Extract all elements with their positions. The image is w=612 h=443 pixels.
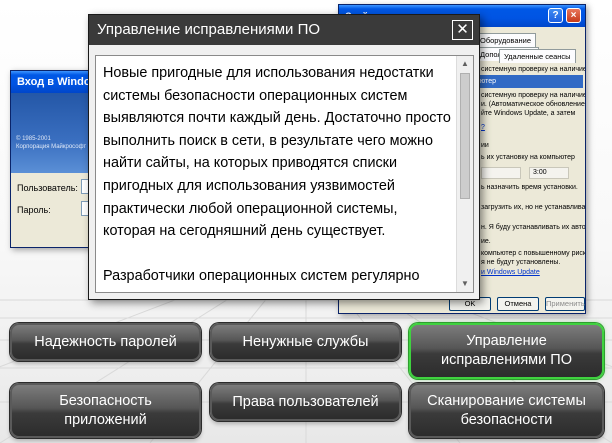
sys-text: системную проверку на наличие (481, 66, 586, 73)
tab-row-bottom: Удаленные сеансы (499, 49, 576, 63)
menu-button-patch-management[interactable]: Управление исправлениями ПО (409, 323, 604, 379)
sys-text: системную проверку на наличие (481, 92, 586, 99)
sys-text: ии (481, 142, 489, 149)
sys-text: я не будут установлены. (481, 259, 561, 266)
password-label: Пароль: (17, 205, 51, 215)
menu-button-user-rights[interactable]: Права пользователей (210, 383, 401, 421)
menu-button-label: Надежность паролей (34, 333, 177, 350)
sys-selected-strip: ютер (477, 75, 583, 88)
popup-paragraph: Новые пригодные для использования недост… (103, 65, 451, 240)
menu-button-label: Сканирование системы безопасности (427, 392, 586, 428)
menu-button-label: Ненужные службы (242, 333, 369, 350)
popup-paragraph: Разработчики операционных систем регуляр… (103, 267, 420, 284)
popup-title: Управление исправлениями ПО (89, 15, 479, 45)
menu-button-label: Права пользователей (232, 393, 379, 410)
login-copyright: © 1985-2001 Корпорация Майкрософт (16, 135, 86, 151)
sys-link[interactable]: ? (481, 123, 485, 132)
help-icon[interactable]: ? (548, 8, 563, 23)
copyright-line: © 1985-2001 (16, 136, 51, 142)
popup-text-area: Новые пригодные для использования недост… (95, 55, 474, 293)
menu-button-password-strength[interactable]: Надежность паролей (10, 323, 201, 361)
scroll-down-arrow-icon[interactable]: ▼ (457, 276, 473, 292)
scroll-up-arrow-icon[interactable]: ▲ (457, 56, 473, 72)
time-combo[interactable]: 3:00 (529, 167, 569, 179)
system-window-body: системную проверку на наличие ютер систе… (477, 65, 586, 285)
username-label: Пользователь: (17, 183, 78, 193)
sys-text: ие. (481, 238, 491, 245)
sys-text: йте Windows Update, а затем (481, 110, 576, 117)
windows-update-link[interactable]: и Windows Update (481, 268, 540, 277)
menu-button-unneeded-services[interactable]: Ненужные службы (210, 323, 401, 361)
tab-remote[interactable]: Удаленные сеансы (499, 49, 576, 63)
sys-text: загрузить их, но не устанавливать. (481, 204, 586, 211)
cancel-button[interactable]: Отмена (497, 297, 539, 311)
close-icon[interactable]: ✕ (452, 20, 473, 40)
sys-text: ь их установку на компьютер (481, 154, 575, 161)
patch-management-popup: Управление исправлениями ПО ✕ Новые приг… (88, 14, 480, 300)
tab-hardware[interactable]: Оборудование (475, 33, 537, 47)
menu-button-security-scan[interactable]: Сканирование системы безопасности (409, 383, 604, 438)
menu-button-label: Безопасность приложений (59, 392, 152, 428)
sys-text: ь назначить время установки. (481, 184, 578, 191)
copyright-line: Корпорация Майкрософт (16, 144, 87, 150)
menu-button-application-security[interactable]: Безопасность приложений (10, 383, 201, 438)
menu-button-label: Управление исправлениями ПО (441, 333, 572, 368)
sys-text: н. Я буду устанавливать их автоматически… (481, 224, 586, 231)
sys-text: и. (Автоматическое обновление (481, 101, 585, 108)
day-combo[interactable] (481, 167, 521, 179)
close-icon[interactable]: × (566, 8, 581, 23)
popup-text: Новые пригодные для использования недост… (103, 62, 453, 287)
apply-button[interactable]: Применить (545, 297, 585, 311)
sys-text: компьютер с повышенному риску, если (481, 250, 586, 257)
scroll-thumb[interactable] (460, 73, 470, 199)
popup-scrollbar[interactable]: ▲ ▼ (456, 56, 473, 292)
